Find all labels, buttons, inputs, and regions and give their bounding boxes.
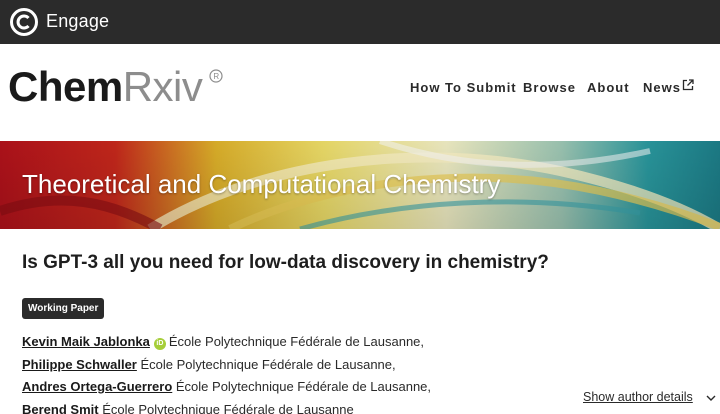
nav-about[interactable]: About <box>587 80 630 95</box>
nav-how-to-submit[interactable]: How To Submit <box>410 80 517 95</box>
author-row: Andres Ortega-Guerrero École Polytechniq… <box>22 376 431 399</box>
orcid-icon[interactable]: iD <box>153 338 166 350</box>
author-name[interactable]: Philippe Schwaller <box>22 357 137 372</box>
author-row: Kevin Maik Jablonka iD École Polytechnique… <box>22 331 431 354</box>
author-affiliation: École Polytechnique Fédérale de Lausanne <box>102 401 354 414</box>
logo-primary-text: Chem <box>8 63 123 110</box>
external-link-icon[interactable] <box>682 79 694 91</box>
working-paper-badge: Working Paper <box>22 298 105 319</box>
author-name[interactable]: Berend Smit <box>22 402 99 414</box>
article-title: Is GPT-3 all you need for low-data disco… <box>22 252 549 273</box>
author-row: Berend Smit École Polytechnique Fédérale… <box>22 399 431 414</box>
category-title[interactable]: Theoretical and Computational Chemistry <box>22 169 500 200</box>
show-author-details-link[interactable]: Show author details <box>583 390 693 404</box>
site-header: ChemRxiv R How To Submit Browse About Ne… <box>0 44 720 141</box>
author-affiliation: École Polytechnique Fédérale de Lausanne… <box>168 334 425 349</box>
author-list: Kevin Maik Jablonka iD École Polytechnique… <box>22 331 431 414</box>
engage-brand-label[interactable]: Engage <box>46 11 109 32</box>
author-name[interactable]: Andres Ortega-Guerrero <box>22 379 172 394</box>
engage-logo-icon[interactable] <box>9 7 39 37</box>
logo-secondary-text: Rxiv <box>122 63 203 110</box>
nav-news[interactable]: News <box>643 80 681 95</box>
engage-topbar: Engage <box>0 0 720 44</box>
nav-browse[interactable]: Browse <box>523 80 576 95</box>
chevron-down-icon[interactable] <box>706 394 716 402</box>
svg-text:R: R <box>213 72 219 81</box>
chemrxiv-logo[interactable]: ChemRxiv R <box>8 63 223 110</box>
registered-mark-icon: R <box>209 69 223 83</box>
author-affiliation: École Polytechnique Fédérale de Lausanne… <box>140 356 396 372</box>
author-name[interactable]: Kevin Maik Jablonka <box>22 334 150 349</box>
category-banner: Theoretical and Computational Chemistry <box>0 141 720 229</box>
author-row: Philippe Schwaller École Polytechnique F… <box>22 354 431 377</box>
author-affiliation: École Polytechnique Fédérale de Lausanne… <box>175 379 432 394</box>
